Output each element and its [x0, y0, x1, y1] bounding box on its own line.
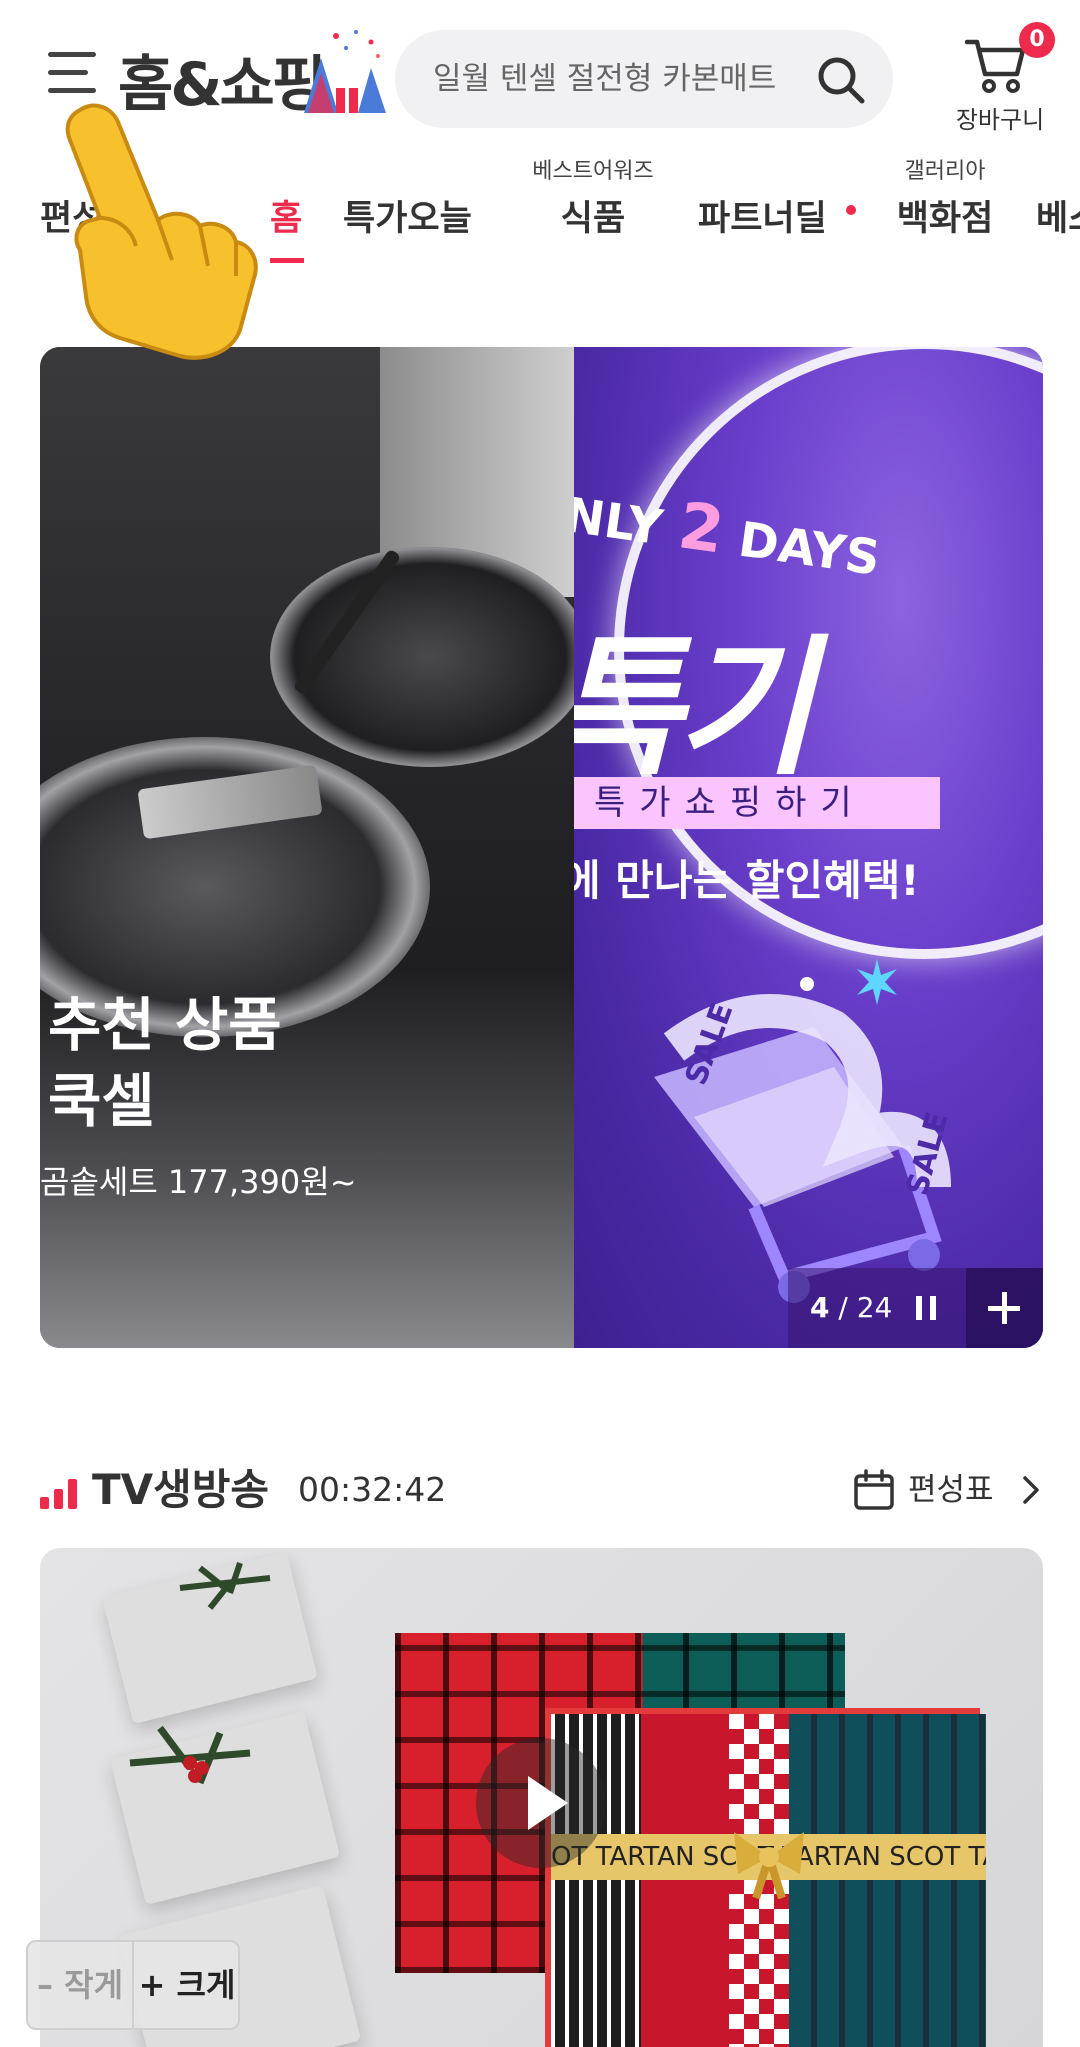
live-signal-icon	[40, 1477, 80, 1509]
nav-active-underline	[270, 258, 304, 263]
search-input[interactable]	[433, 30, 813, 128]
font-bigger-button[interactable]: + 크게	[134, 1942, 240, 2028]
nav-item-partner-deal[interactable]: 파트너딜	[698, 155, 827, 265]
current-slide: 4	[810, 1291, 830, 1324]
banner-slide-special-sale[interactable]: NLY 2 DAYS 특기 특가쇼핑하기 에 만나는 할인혜택! SALE SA…	[574, 347, 1043, 1348]
nav-item-sub: 베스트어워즈	[532, 159, 654, 184]
nav-item-home[interactable]: 홈	[270, 155, 302, 265]
only-days-pre: NLY	[574, 487, 666, 557]
schedule-label: 편성표	[908, 1472, 994, 1508]
tv-live-header: TV생방송 00:32:42 편성표	[40, 1455, 1043, 1525]
banner-title: 추천 상품 쿡셀	[48, 987, 282, 1139]
cart-button[interactable]: 0 장바구니	[945, 22, 1055, 134]
search-icon[interactable]	[815, 54, 867, 106]
nav-item-food[interactable]: 베스트어워즈 식품	[518, 155, 668, 265]
banner-title-line: 쿡셀	[48, 1067, 155, 1135]
nav-item-sub: 갤러리아	[904, 159, 986, 184]
gold-bow-icon	[734, 1832, 804, 1900]
carousel-controls: 4 / 24	[788, 1268, 1043, 1348]
pine-decoration-icon	[179, 1562, 271, 1610]
new-dot-badge	[846, 205, 856, 215]
nav-item-sub	[698, 155, 827, 189]
calendar-icon	[854, 1469, 894, 1510]
chevron-right-icon	[1023, 1476, 1039, 1504]
plus-icon[interactable]	[966, 1268, 1043, 1348]
pause-icon[interactable]	[906, 1288, 946, 1328]
discount-benefit-text: 에 만나는 할인혜택!	[574, 856, 920, 905]
nav-item-sub	[1036, 155, 1080, 189]
nav-item-sub	[343, 155, 472, 189]
nav-item-label: 식품	[560, 199, 626, 239]
towel-image	[789, 1714, 986, 2047]
nav-item-department-store[interactable]: 갤러리아 백화점	[893, 155, 997, 265]
sale-big-title: 특기	[574, 622, 814, 796]
nav-item-label: 홈	[270, 199, 303, 239]
towel-gift-set-image: OT TARTAN SCOT TARTAN SCOT TA	[545, 1708, 986, 2047]
banner-subtitle: 곰솥세트 177,390원~	[40, 1163, 357, 1201]
font-size-control: – 작게 + 크게	[26, 1940, 240, 2030]
special-shopping-bar: 특가쇼핑하기	[574, 777, 940, 829]
font-smaller-button[interactable]: – 작게	[28, 1942, 134, 2028]
main-banner-carousel[interactable]: 추천 상품 쿡셀 곰솥세트 177,390원~ NLY 2 DAYS 특기 특가…	[40, 347, 1043, 1348]
play-icon[interactable]	[476, 1738, 606, 1868]
nav-item-label: 특가오늘	[343, 199, 472, 239]
banner-title-line: 추천 상품	[48, 991, 282, 1059]
banner-slide-cookware[interactable]: 추천 상품 쿡셀 곰솥세트 177,390원~	[40, 347, 590, 1348]
cart-label: 장바구니	[955, 106, 1045, 134]
menu-icon[interactable]	[48, 48, 98, 98]
slide-counter: 4 / 24	[810, 1268, 892, 1348]
search-bar[interactable]	[395, 30, 893, 128]
total-slides: / 24	[838, 1291, 893, 1324]
nav-item-sub	[270, 155, 302, 189]
nav-item-today-deal[interactable]: 특가오늘	[343, 155, 472, 265]
nav-item-label: 베스	[1036, 199, 1080, 239]
nav-item-label: 파트너딜	[698, 199, 827, 239]
nav-item-label: 백화점	[896, 199, 994, 239]
pointing-hand-icon	[65, 103, 258, 360]
towel-image	[641, 1714, 729, 2047]
dot-decoration	[800, 977, 814, 991]
christmas-tree-icon	[304, 30, 386, 113]
cart-count-badge: 0	[1019, 22, 1055, 58]
tv-live-timer: 00:32:42	[298, 1470, 447, 1509]
nav-item-best[interactable]: 베스	[1036, 155, 1080, 265]
special-shopping-text: 특가쇼핑하기	[594, 783, 866, 823]
tv-live-title: TV생방송	[92, 1465, 270, 1514]
holly-berries-icon	[129, 1725, 251, 1785]
sparkle-icon	[857, 959, 897, 1005]
schedule-link[interactable]: 편성표	[853, 1465, 1043, 1515]
